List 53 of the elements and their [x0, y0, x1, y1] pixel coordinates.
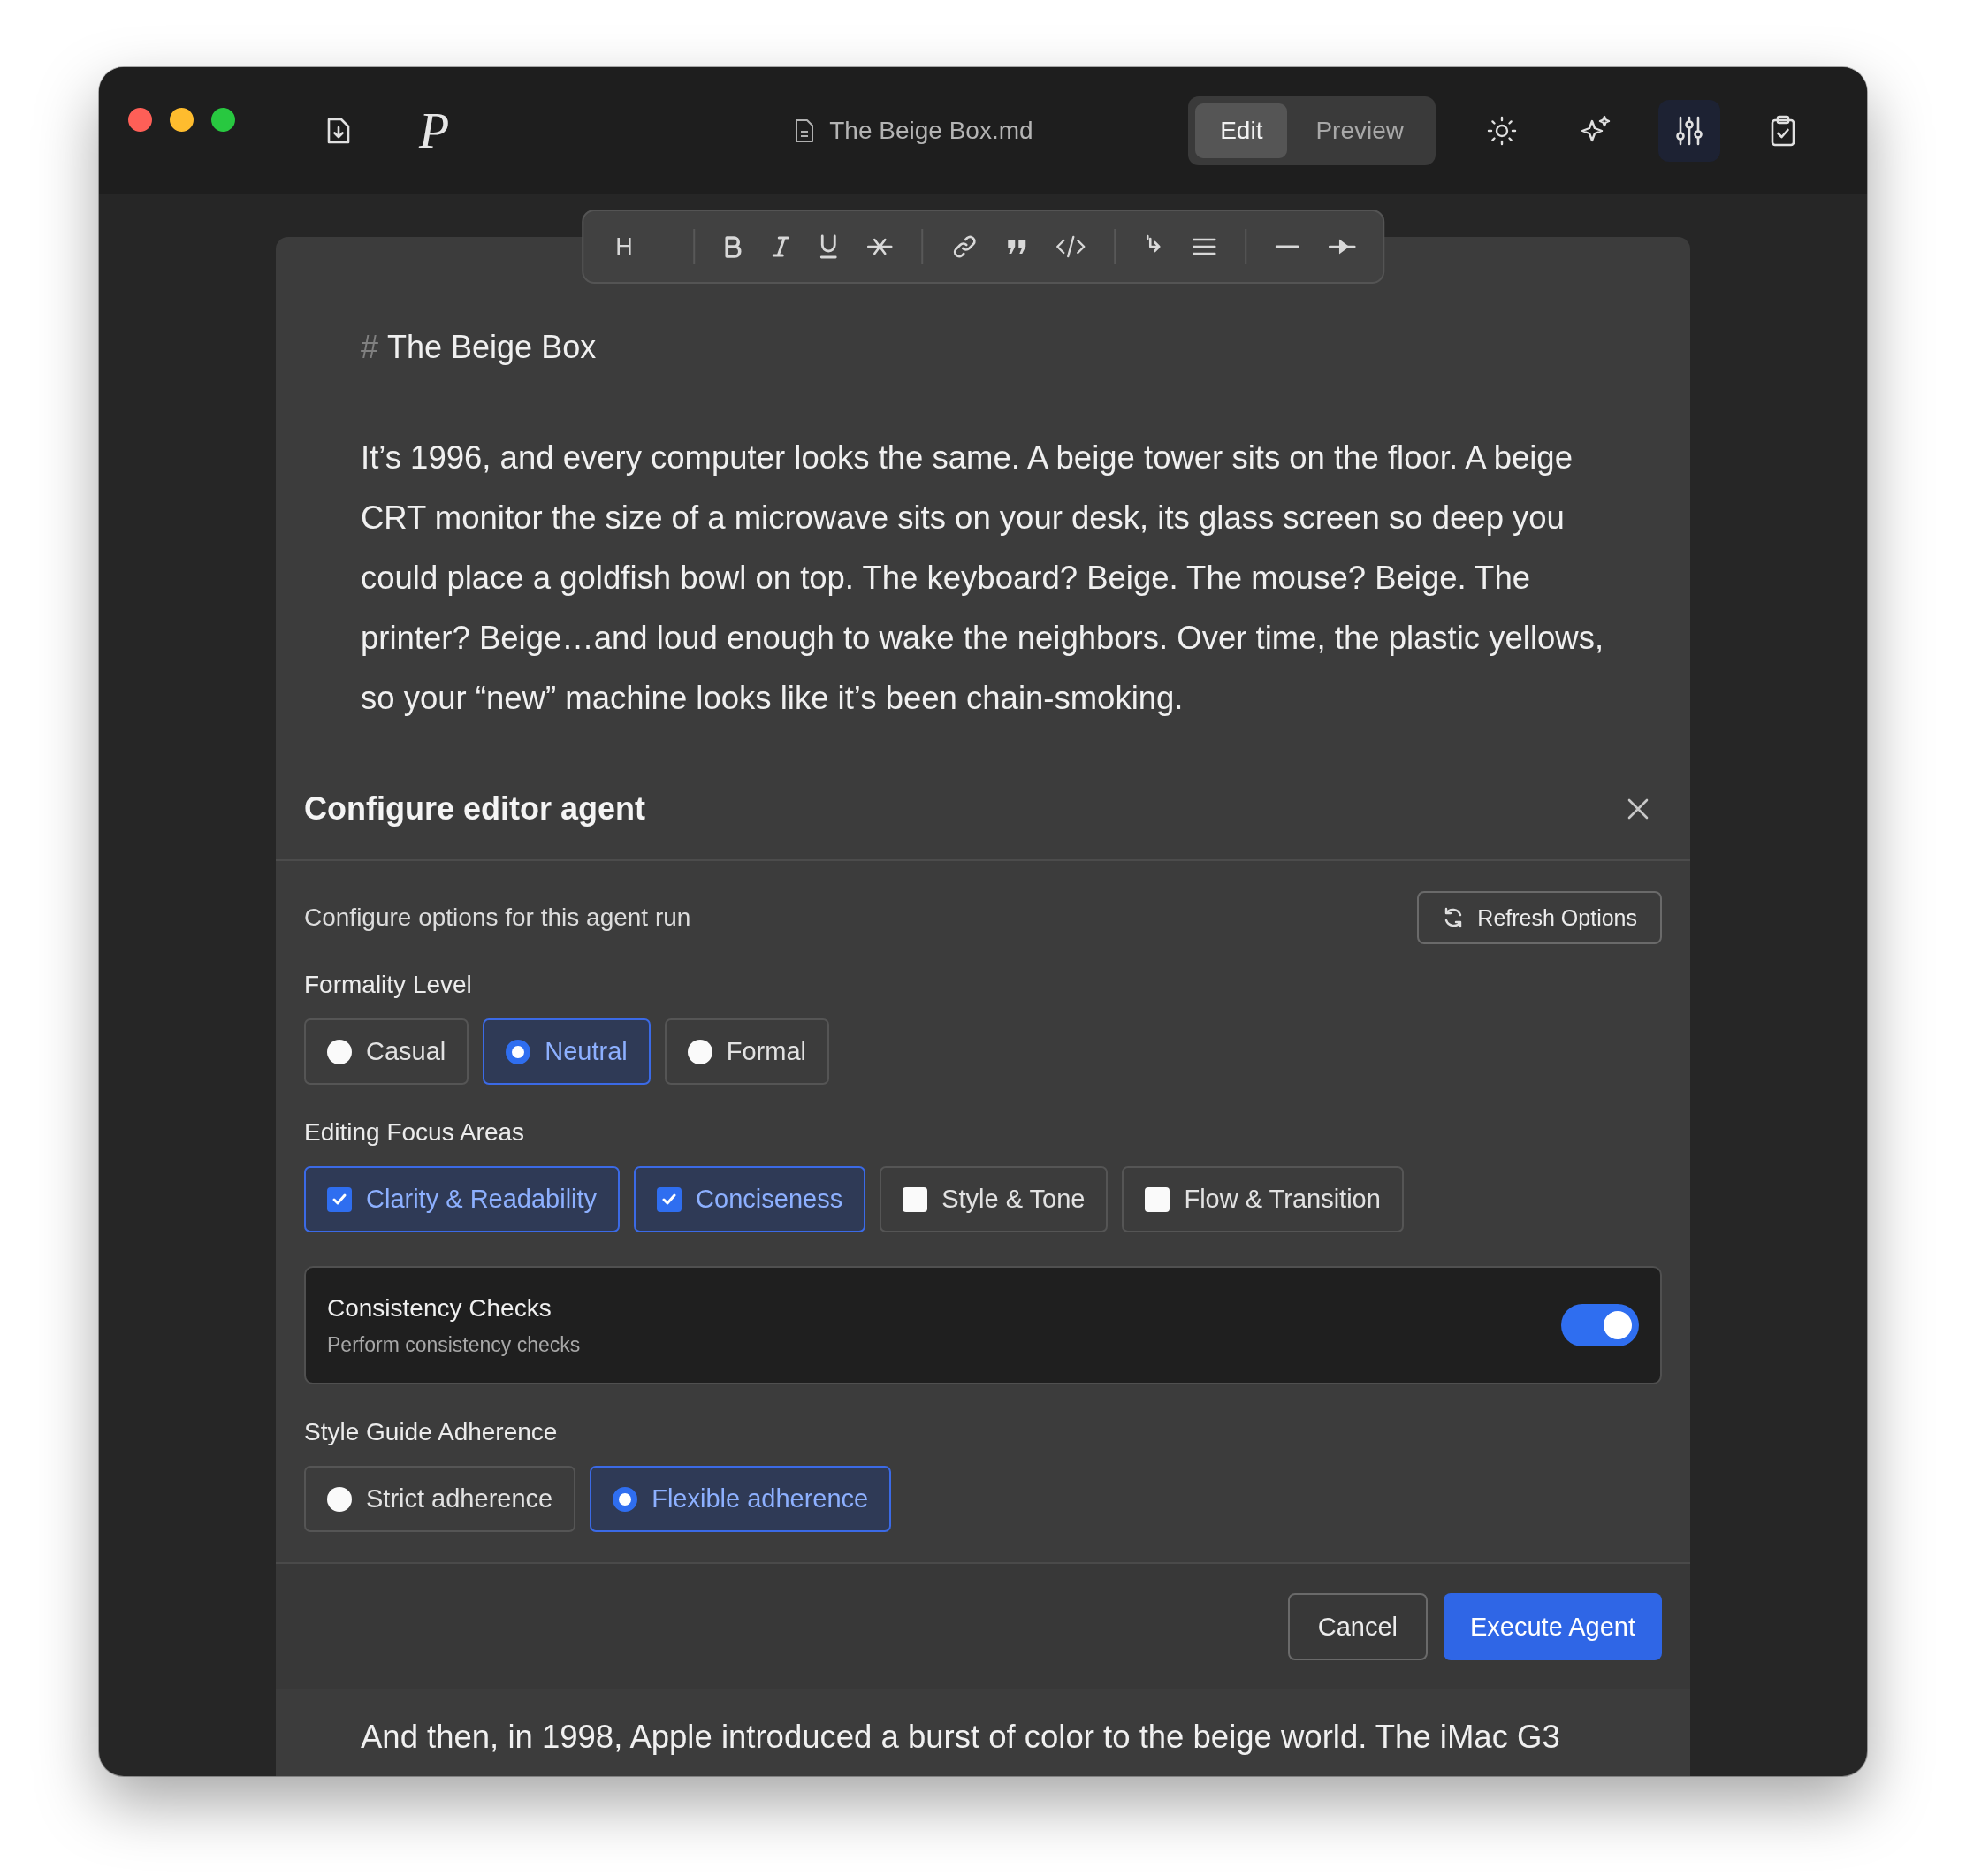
- mode-tab[interactable]: Preview: [1291, 103, 1429, 158]
- radio-option[interactable]: Strict adherence: [304, 1466, 576, 1532]
- radio-button[interactable]: [687, 1039, 712, 1064]
- checkbox[interactable]: [903, 1186, 928, 1212]
- underline-icon[interactable]: [818, 234, 838, 259]
- checkbox[interactable]: [657, 1186, 682, 1212]
- document-icon: [794, 118, 816, 143]
- zoom-window-button[interactable]: [211, 108, 235, 132]
- checkbox[interactable]: [1145, 1186, 1170, 1212]
- strikethrough-icon[interactable]: [865, 237, 893, 256]
- section-label: Formality Level: [304, 971, 473, 999]
- heading-dropdown[interactable]: H: [610, 233, 665, 261]
- radio-button[interactable]: [506, 1039, 531, 1064]
- body-paragraph: It’s 1996, and every computer looks the same. A beige tower sits on the floor. A beige CRT monitor the size of a microwave sits on your desk, its glass screen so deep you could place a goldfish bowl on top. The keyboard? Beige. The mouse? Beige. The printer? Beige…and loud enough to wake the neighbors. Over time, the plastic yellows, so your “new” machine looks like it’s been chain-smoking.: [361, 438, 1605, 718]
- horizontal-rule-icon[interactable]: [1274, 244, 1299, 249]
- section-label: Editing Focus Areas: [304, 1118, 526, 1147]
- close-window-button[interactable]: [128, 108, 152, 132]
- refresh-options-button[interactable]: Refresh Options: [1417, 891, 1662, 944]
- code-icon[interactable]: [1055, 234, 1086, 259]
- bold-icon[interactable]: [722, 235, 743, 258]
- checkbox-option[interactable]: Flow & Transition: [1122, 1166, 1404, 1232]
- dialog-description: Configure options for this agent run: [304, 904, 691, 932]
- radio-button[interactable]: [327, 1039, 352, 1064]
- list-icon[interactable]: [1191, 236, 1216, 257]
- radio-option[interactable]: Formal: [664, 1018, 829, 1085]
- checkbox-option[interactable]: Conciseness: [634, 1166, 866, 1232]
- toggle-switch[interactable]: [1561, 1304, 1639, 1346]
- cancel-button[interactable]: Cancel: [1287, 1593, 1428, 1660]
- minimize-window-button[interactable]: [170, 108, 194, 132]
- app-logo: P: [419, 105, 450, 156]
- quote-icon[interactable]: [1005, 238, 1027, 255]
- setting-title: Consistency Checks: [327, 1293, 552, 1323]
- checkbox-option[interactable]: Clarity & Readability: [304, 1166, 621, 1232]
- heading-marker: #: [361, 329, 379, 366]
- dialog-title: Configure editor agent: [304, 790, 645, 827]
- checkbox-option[interactable]: Style & Tone: [880, 1166, 1109, 1232]
- mode-tab[interactable]: Edit: [1195, 103, 1288, 158]
- execute-agent-button[interactable]: Execute Agent: [1443, 1593, 1662, 1660]
- document-heading: The Beige Box: [387, 329, 597, 366]
- italic-icon[interactable]: [770, 235, 790, 258]
- radio-button[interactable]: [613, 1486, 638, 1512]
- document-title: The Beige Box.md: [829, 116, 1033, 145]
- section-label: Style Guide Adherence: [304, 1418, 559, 1446]
- sliders-icon[interactable]: [1658, 99, 1720, 162]
- close-icon[interactable]: [1627, 797, 1650, 820]
- setting-description: Perform consistency checks: [327, 1332, 581, 1357]
- radio-option[interactable]: Flexible adherence: [590, 1466, 892, 1532]
- radio-option[interactable]: Neutral: [483, 1018, 651, 1085]
- radio-option[interactable]: Casual: [304, 1018, 469, 1085]
- radio-button[interactable]: [327, 1486, 352, 1512]
- checkbox[interactable]: [327, 1186, 352, 1212]
- body-paragraph: And then, in 1998, Apple introduced a burst of color to the beige world. The iMac G3: [361, 1718, 1561, 1757]
- page-break-icon[interactable]: [1327, 239, 1356, 255]
